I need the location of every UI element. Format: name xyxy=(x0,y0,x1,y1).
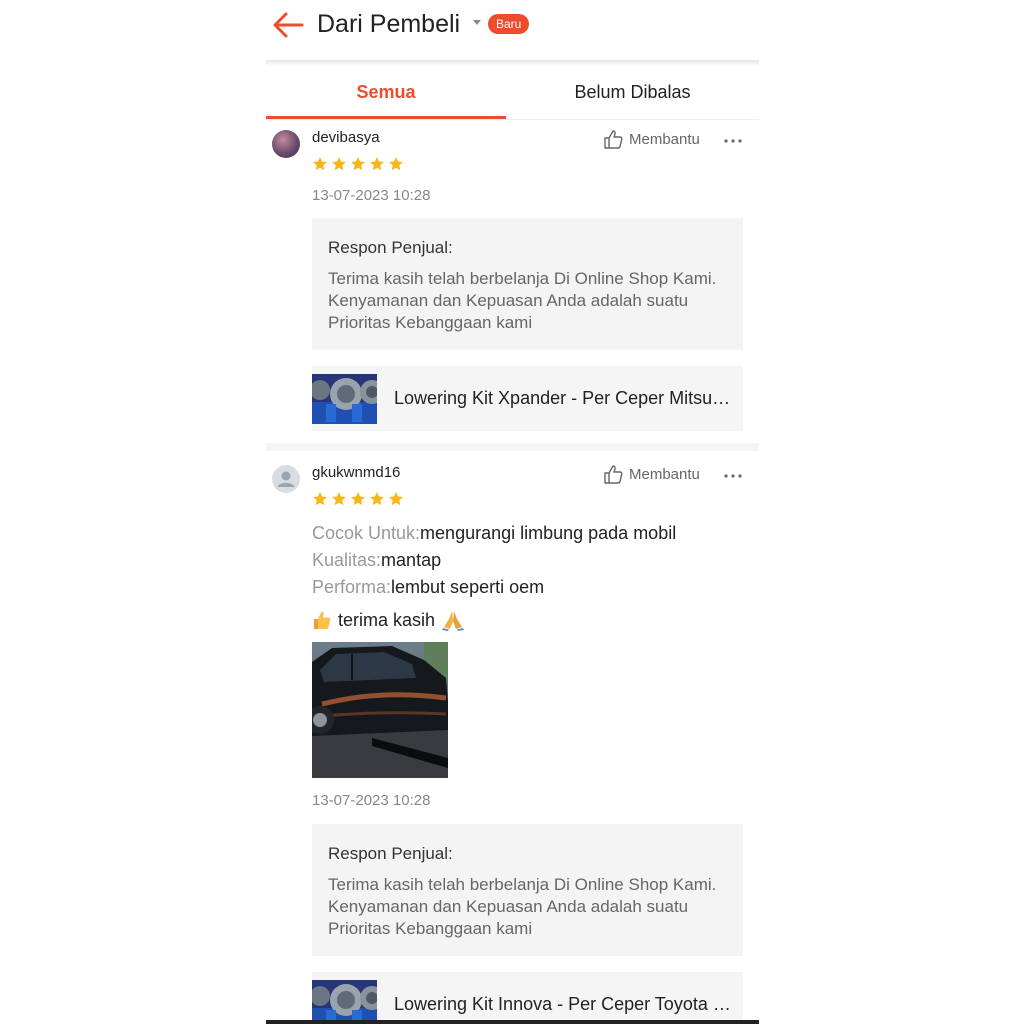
review-date: 13-07-2023 10:28 xyxy=(312,187,431,204)
review-date: 13-07-2023 10:28 xyxy=(312,792,431,809)
star-icon xyxy=(332,492,346,506)
review-attribute-performance: Performa:lembut seperti oem xyxy=(312,577,544,598)
attribute-key: Performa: xyxy=(312,577,392,597)
product-thumbnail xyxy=(312,980,377,1024)
thumbs-up-icon xyxy=(604,465,623,484)
review-card: devibasya Membantu 13-07-2023 10:28 Resp… xyxy=(266,120,759,443)
review-screen: Dari Pembeli Baru Semua Belum Dibalas de… xyxy=(266,0,759,1024)
star-rating xyxy=(312,156,404,174)
star-icon xyxy=(370,157,384,171)
star-icon xyxy=(332,157,346,171)
more-options-button[interactable] xyxy=(722,134,744,146)
seller-response: Respon Penjual: Terima kasih telah berbe… xyxy=(312,218,743,350)
response-label: Respon Penjual: xyxy=(328,238,453,257)
response-label: Respon Penjual: xyxy=(328,844,453,863)
back-button[interactable] xyxy=(270,10,306,40)
response-text: Terima kasih telah berbelanja Di Online … xyxy=(328,875,717,938)
review-comment: terima kasih xyxy=(312,609,465,631)
more-horizontal-icon xyxy=(724,474,742,478)
attribute-value: lembut seperti oem xyxy=(391,577,545,597)
product-name: Lowering Kit Innova - Per Ceper Toyota I… xyxy=(394,994,734,1014)
product-link[interactable]: Lowering Kit Xpander - Per Ceper Mitsubi… xyxy=(312,366,743,431)
thumbs-up-emoji-icon xyxy=(314,611,331,629)
tab-unreplied[interactable]: Belum Dibalas xyxy=(506,66,759,119)
app-header: Dari Pembeli Baru xyxy=(266,0,759,60)
arrow-left-icon xyxy=(273,12,304,38)
attribute-key: Kualitas: xyxy=(312,550,382,570)
star-icon xyxy=(351,157,365,171)
product-link[interactable]: Lowering Kit Innova - Per Ceper Toyota I… xyxy=(312,972,743,1024)
star-icon xyxy=(313,157,327,171)
product-name: Lowering Kit Xpander - Per Ceper Mitsubi… xyxy=(394,388,734,408)
attribute-value: mantap xyxy=(381,550,442,570)
more-options-button[interactable] xyxy=(722,469,744,481)
review-attribute-fit: Cocok Untuk:mengurangi limbung pada mobi… xyxy=(312,523,676,544)
attribute-key: Cocok Untuk: xyxy=(312,523,421,543)
helpful-button[interactable]: Membantu xyxy=(602,462,700,486)
username: gkukwnmd16 xyxy=(312,464,401,481)
seller-response: Respon Penjual: Terima kasih telah berbe… xyxy=(312,824,743,956)
star-icon xyxy=(389,157,403,171)
new-badge: Baru xyxy=(488,14,530,34)
caret-down-icon[interactable] xyxy=(473,20,481,25)
review-separator xyxy=(266,443,759,451)
star-rating xyxy=(312,491,404,509)
tab-bar: Semua Belum Dibalas xyxy=(266,66,759,120)
helpful-label: Membantu xyxy=(629,130,700,148)
more-horizontal-icon xyxy=(724,139,742,143)
product-thumbnail xyxy=(312,374,377,424)
username: devibasya xyxy=(312,129,380,146)
star-icon xyxy=(313,492,327,506)
folded-hands-emoji-icon xyxy=(442,611,465,631)
star-icon xyxy=(389,492,403,506)
helpful-label: Membantu xyxy=(629,465,700,483)
star-icon xyxy=(351,492,365,506)
helpful-button[interactable]: Membantu xyxy=(602,127,700,151)
tab-all[interactable]: Semua xyxy=(266,66,506,119)
star-icon xyxy=(370,492,384,506)
review-card: gkukwnmd16 Membantu Cocok Untuk:menguran… xyxy=(266,455,759,1024)
review-photo[interactable] xyxy=(312,642,448,778)
avatar[interactable] xyxy=(272,465,300,493)
attribute-value: mengurangi limbung pada mobil xyxy=(420,523,677,543)
avatar[interactable] xyxy=(272,130,300,158)
response-text: Terima kasih telah berbelanja Di Online … xyxy=(328,269,717,332)
page-title[interactable]: Dari Pembeli xyxy=(317,8,460,40)
comment-text: terima kasih xyxy=(338,609,436,630)
thumbs-up-icon xyxy=(604,130,623,149)
review-attribute-quality: Kualitas:mantap xyxy=(312,550,441,571)
user-icon xyxy=(277,471,295,487)
bottom-edge-bar xyxy=(266,1020,759,1024)
